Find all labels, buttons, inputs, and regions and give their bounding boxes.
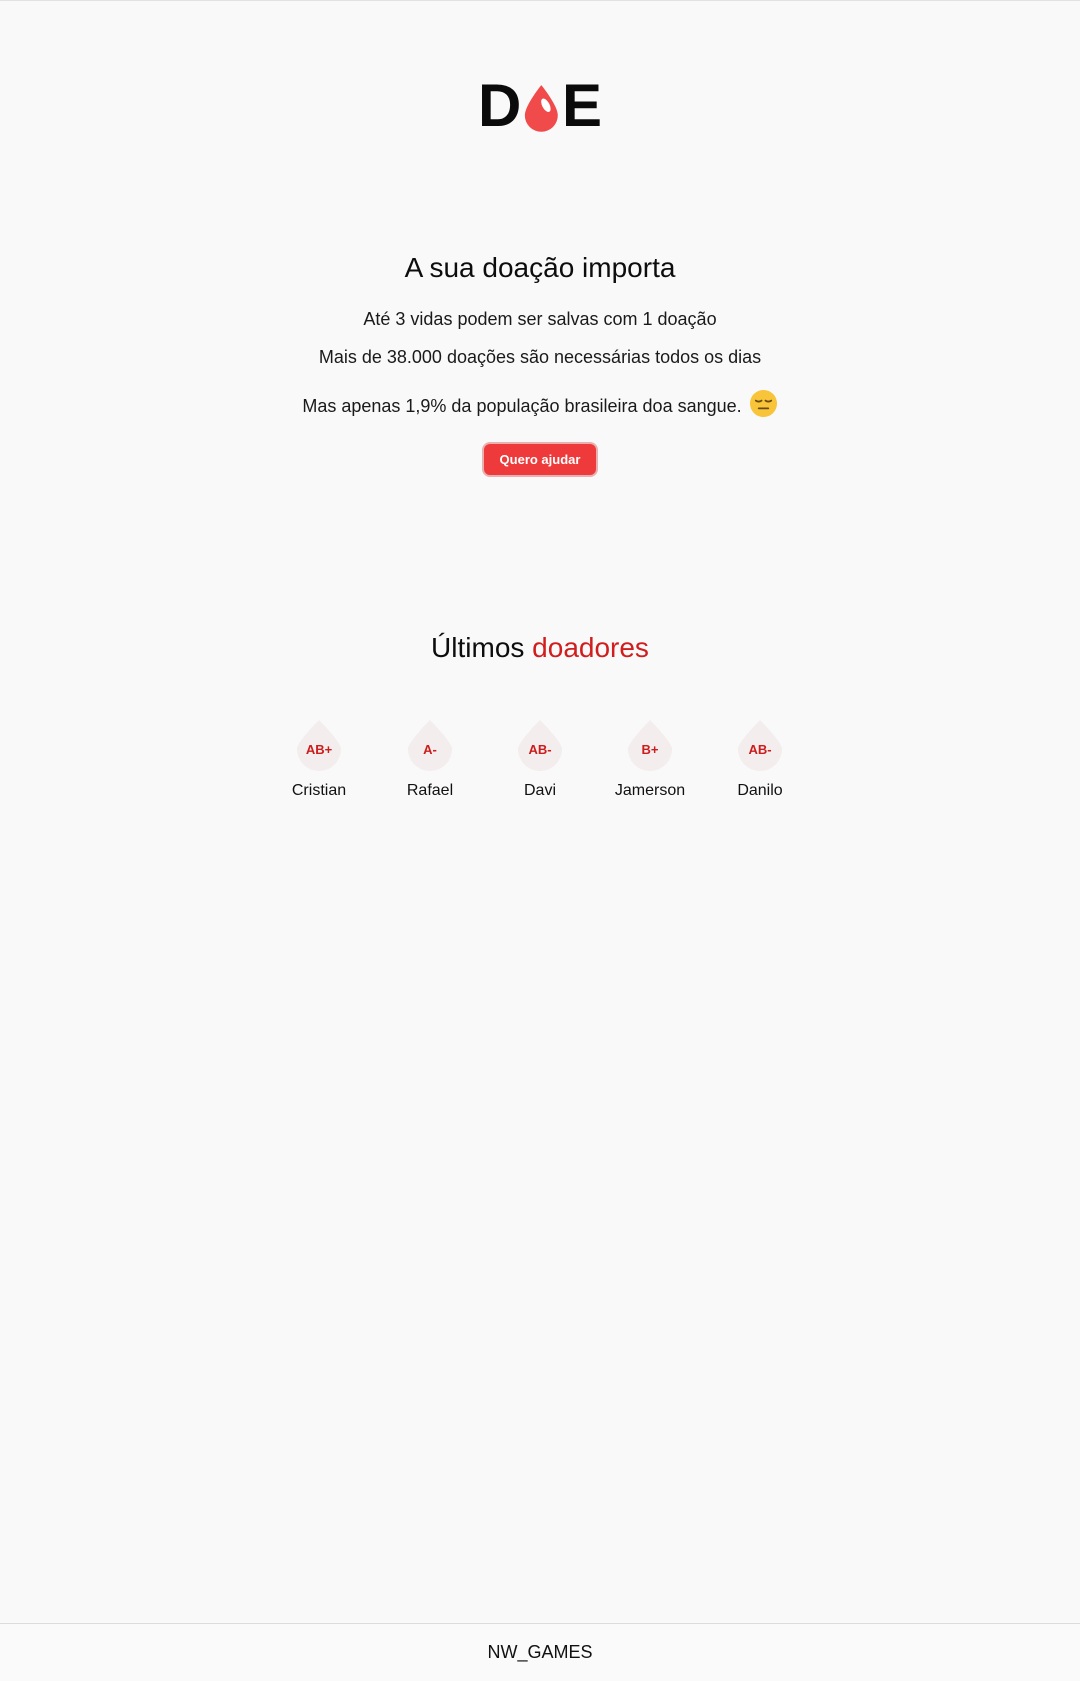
blood-type-label: A-	[423, 742, 437, 757]
blood-type-label: B+	[641, 742, 659, 757]
donor-item: AB- Davi	[485, 720, 595, 800]
top-border	[0, 0, 1080, 1]
donors-title-prefix: Últimos	[431, 632, 525, 663]
donor-drop: AB+	[296, 720, 342, 772]
donor-drop: AB-	[517, 720, 563, 772]
donor-item: AB- Danilo	[705, 720, 815, 800]
donor-drop: AB-	[737, 720, 783, 772]
hero-line-population: Mas apenas 1,9% da população brasileira …	[0, 389, 1080, 418]
donor-drop: B+	[627, 720, 673, 772]
footer: NW_GAMES	[0, 1623, 1080, 1681]
donor-list: AB+ Cristian A- Rafael AB- Davi B+ Jamer…	[0, 720, 1080, 810]
blood-type-label: AB+	[305, 742, 333, 757]
quero-ajudar-button[interactable]: Quero ajudar	[482, 442, 598, 477]
hero-line-lives: Até 3 vidas podem ser salvas com 1 doaçã…	[363, 309, 717, 329]
donor-name: Cristian	[291, 782, 347, 799]
donor-name: Danilo	[737, 782, 783, 799]
logo-letter-e: E	[561, 72, 602, 139]
hero-title: A sua doação importa	[404, 252, 676, 283]
donor-name: Jamerson	[614, 782, 686, 799]
donor-item: AB+ Cristian	[264, 720, 374, 800]
blood-type-label: AB-	[528, 742, 552, 757]
donor-name: Davi	[523, 782, 556, 799]
logo-letter-d: D	[478, 72, 522, 139]
blood-type-label: AB-	[748, 742, 772, 757]
donor-item: B+ Jamerson	[595, 720, 705, 800]
blood-drop-icon	[525, 85, 559, 132]
hero-line-population-text: Mas apenas 1,9% da população brasileira …	[302, 396, 742, 416]
doe-logo: D E	[478, 72, 602, 140]
footer-text: NW_GAMES	[487, 1642, 593, 1662]
donor-name: Rafael	[406, 782, 454, 799]
donor-item: A- Rafael	[375, 720, 485, 800]
donors-title-accent: doadores	[532, 632, 649, 663]
donor-drop: A-	[407, 720, 453, 772]
hero-line-donations-needed: Mais de 38.000 doações são necessárias t…	[318, 347, 762, 367]
donors-title: Últimos doadores	[0, 632, 1080, 664]
expressionless-face-icon	[749, 389, 777, 418]
